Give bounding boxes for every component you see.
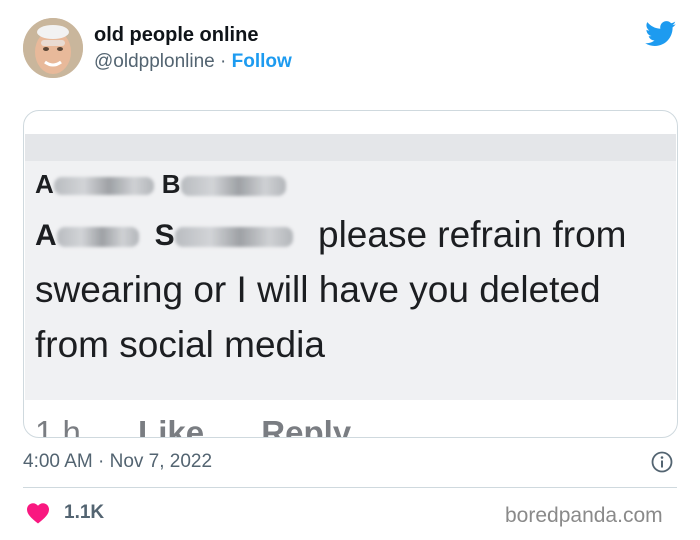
- facebook-comment-screenshot: AB AS please refrain from swearing or I …: [25, 134, 676, 437]
- comment-actions: 1 h Like Reply: [35, 414, 399, 438]
- user-display-name[interactable]: old people online: [94, 24, 258, 47]
- twitter-bird-icon[interactable]: [645, 21, 677, 47]
- comment-reply-label: Reply: [261, 414, 352, 438]
- source-watermark: boredpanda.com: [505, 504, 663, 527]
- user-handle[interactable]: @oldpplonline: [94, 51, 215, 72]
- info-icon[interactable]: [651, 451, 673, 473]
- message-line-2: swearing or I will have you deleted: [35, 269, 601, 310]
- separator-dot: ·: [220, 51, 227, 72]
- message-line-3: from social media: [35, 324, 325, 365]
- tweet-timestamp[interactable]: 4:00 AM · Nov 7, 2022: [23, 451, 212, 473]
- follow-button[interactable]: Follow: [232, 51, 292, 72]
- comment-like-label: Like: [138, 414, 205, 438]
- footer-divider: [23, 487, 677, 488]
- tweet-media[interactable]: AB AS please refrain from swearing or I …: [23, 110, 678, 438]
- screenshot-top-band: [25, 134, 676, 161]
- name1-initial-a: A: [35, 169, 54, 199]
- message-line-1: please refrain from: [318, 214, 627, 255]
- handle-line: @oldpplonline · Follow: [94, 51, 292, 73]
- avatar[interactable]: [23, 18, 83, 78]
- blurred-name-part: [53, 177, 154, 196]
- commenter-name-1: AB: [35, 169, 286, 200]
- heart-icon[interactable]: [26, 502, 50, 524]
- like-count[interactable]: 1.1K: [64, 502, 104, 524]
- name1-initial-b: B: [161, 169, 181, 199]
- blurred-name-part: [180, 176, 286, 197]
- avatar-face-image: [23, 18, 83, 78]
- comment-message: please refrain from swearing or I will h…: [35, 207, 675, 372]
- comment-time: 1 h: [35, 414, 81, 438]
